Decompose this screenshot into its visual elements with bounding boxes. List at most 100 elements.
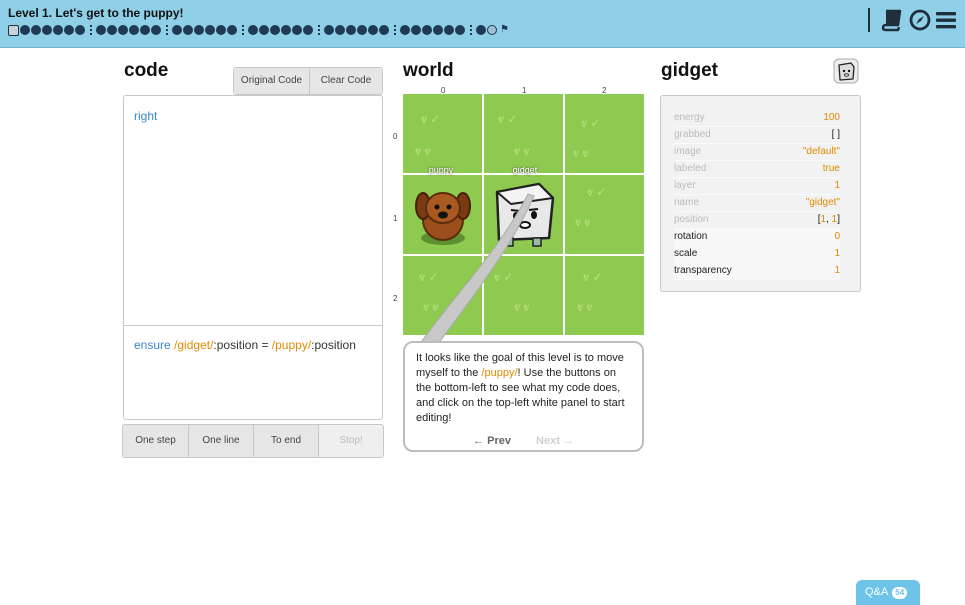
stop-button[interactable]: Stop! [319,425,383,457]
level-dot[interactable] [281,25,291,35]
level-progress: ⚑ [8,23,509,37]
level-dot[interactable] [476,25,486,35]
position-close-bracket: ] [837,214,840,225]
level-dot[interactable] [259,25,269,35]
level-title: Level 1. Let's get to the puppy! [8,6,184,20]
level-dot[interactable] [216,25,226,35]
level-dot[interactable] [53,25,63,35]
level-dot[interactable] [400,25,410,35]
progress-separator [242,25,244,35]
goal-left-property: :position = [213,338,272,352]
property-name: labeled [674,163,707,174]
progress-separator [90,25,92,35]
level-dot[interactable] [194,25,204,35]
property-name: name [674,197,700,208]
goal-statement: ensure /gidget/:position = /puppy/:posit… [134,338,356,352]
level-dot[interactable] [411,25,421,35]
property-value: 100 [823,112,840,123]
level-dot[interactable] [118,25,128,35]
property-row: energy 100 [674,110,840,127]
level-dot[interactable] [248,25,258,35]
level-dot[interactable] [324,25,334,35]
bubble-highlight: /puppy/ [481,367,518,379]
speech-bubble: It looks like the goal of this level is … [403,341,644,452]
bubble-nav: ← Prev Next → [405,435,642,447]
qa-button[interactable]: Q&A 54 [856,580,920,605]
next-button[interactable]: Next → [536,435,574,447]
property-name: image [674,146,702,157]
grid-cell: ⱴ ✓ ⱴ ⱴ [565,175,644,254]
level-dot[interactable] [172,25,182,35]
level-dot[interactable] [140,25,150,35]
level-dot[interactable] [183,25,193,35]
property-value: 1 [834,180,840,191]
gidget-label: gidget [512,165,538,175]
level-dot[interactable] [75,25,85,35]
level-dot[interactable] [433,25,443,35]
property-value: 1 [834,248,840,259]
property-row: scale 1 [674,246,840,263]
compass-icon[interactable] [908,8,932,32]
gidget-heading: gidget [661,60,718,81]
property-row: image "default" [674,144,840,161]
book-icon[interactable] [880,8,904,32]
clear-code-button[interactable]: Clear Code [310,68,382,94]
level-dot[interactable] [455,25,465,35]
property-name: layer [674,180,696,191]
property-panel: energy 100 grabbed [ ] image "default" l… [660,95,861,292]
property-name: scale [674,248,698,259]
property-row: labeled true [674,161,840,178]
property-row: layer 1 [674,178,840,195]
bubble-tail [419,193,535,345]
property-value: 0 [834,231,840,242]
to-end-button[interactable]: To end [254,425,319,457]
level-dot[interactable] [444,25,454,35]
level-dot[interactable] [31,25,41,35]
level-dot[interactable] [487,25,497,35]
level-dot[interactable] [335,25,345,35]
grid-cell: ⱴ ✓ ⱴ ⱴ [565,94,644,173]
property-row: name "gidget" [674,195,840,212]
level-dot[interactable] [379,25,389,35]
level-dot[interactable] [346,25,356,35]
property-row: position [1, 1] [674,212,840,229]
level-dot[interactable] [151,25,161,35]
original-code-button[interactable]: Original Code [234,68,310,94]
level-dot[interactable] [270,25,280,35]
property-value: [ ] [831,129,840,140]
property-value: [1, 1] [818,214,840,225]
property-name: grabbed [674,129,711,140]
property-value: "gidget" [805,197,840,208]
level-dot[interactable] [357,25,367,35]
qa-label: Q&A [865,586,889,598]
level-dot[interactable] [303,25,313,35]
code-line[interactable]: right [134,109,157,123]
code-editor[interactable]: right ensure /gidget/:position = /puppy/… [123,95,383,420]
progress-separator [470,25,472,35]
level-dot[interactable] [20,25,30,35]
prev-button[interactable]: ← Prev [473,435,511,447]
property-value: true [822,163,840,174]
one-line-button[interactable]: One line [189,425,254,457]
menu-icon[interactable] [934,8,958,32]
level-dot[interactable] [292,25,302,35]
level-dot[interactable] [129,25,139,35]
property-value: 1 [834,265,840,276]
level-dot[interactable] [64,25,74,35]
progress-separator [166,25,168,35]
property-name: position [674,214,709,225]
level-dot[interactable] [96,25,106,35]
gidget-progress-icon [8,24,19,36]
top-bar: Level 1. Let's get to the puppy! ⚑ [0,0,965,48]
level-dot[interactable] [42,25,52,35]
goal-right-property: :position [311,338,356,352]
level-dot[interactable] [107,25,117,35]
level-dot[interactable] [227,25,237,35]
qa-count-badge: 54 [892,587,908,599]
level-dot[interactable] [422,25,432,35]
grid-cell: ⱴ ✓ ⱴ ⱴ [565,256,644,335]
one-step-button[interactable]: One step [123,425,189,457]
level-dot[interactable] [205,25,215,35]
property-row: grabbed [ ] [674,127,840,144]
level-dot[interactable] [368,25,378,35]
